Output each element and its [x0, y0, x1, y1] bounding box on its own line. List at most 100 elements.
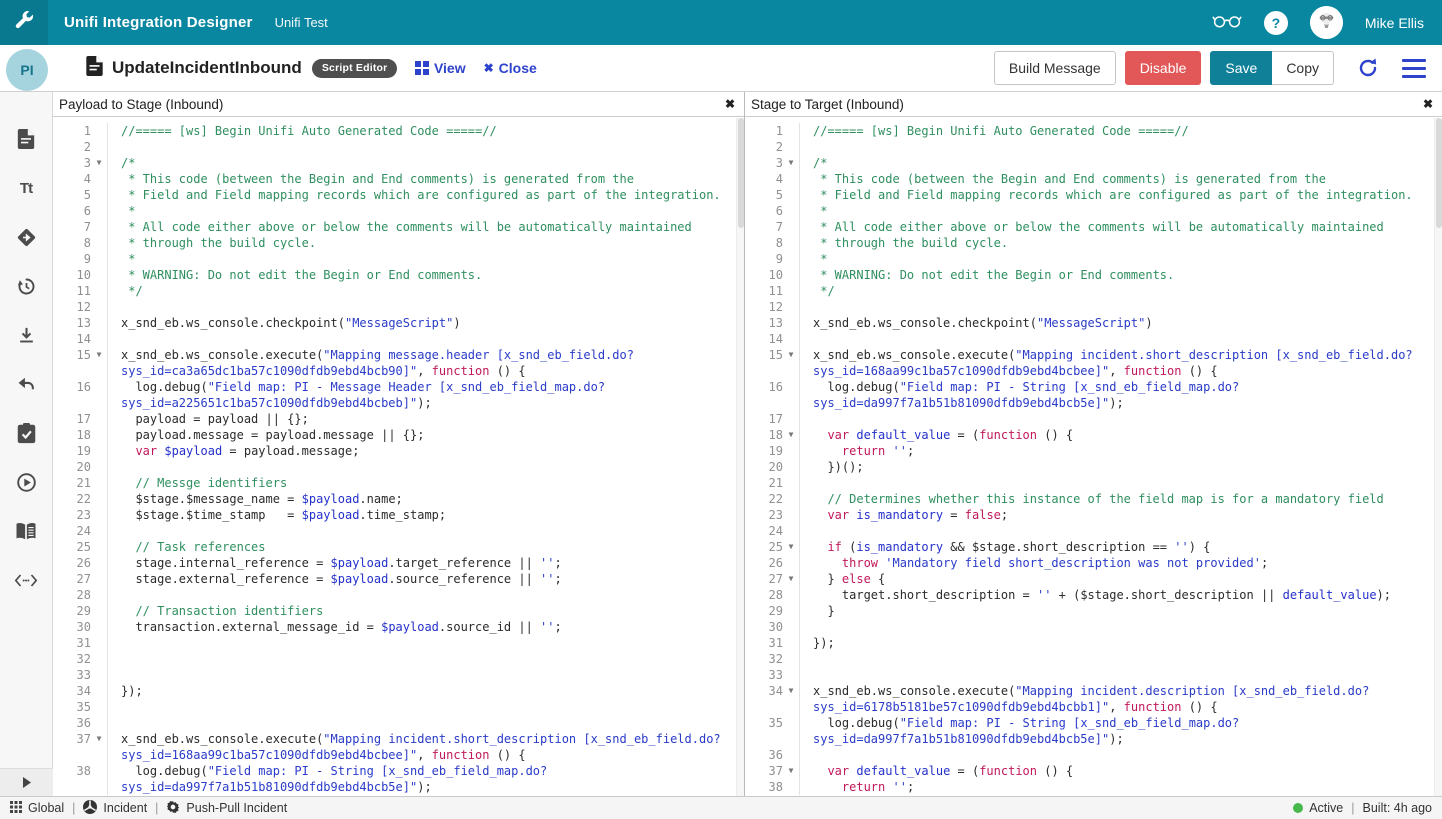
code-line[interactable]: 27 stage.external_reference = $payload.s…: [53, 571, 744, 587]
code-line[interactable]: 1//===== [ws] Begin Unifi Auto Generated…: [745, 123, 1442, 139]
code-text[interactable]: var is_mandatory = false;: [800, 507, 1442, 523]
code-text[interactable]: * Field and Field mapping records which …: [108, 187, 744, 203]
code-line[interactable]: 12: [53, 299, 744, 315]
code-text[interactable]: [108, 331, 744, 347]
code-text[interactable]: *: [108, 203, 744, 219]
code-line[interactable]: 33: [53, 667, 744, 683]
code-line[interactable]: 24: [745, 523, 1442, 539]
code-line[interactable]: 4 * This code (between the Begin and End…: [745, 171, 1442, 187]
code-text[interactable]: }: [800, 603, 1442, 619]
environment-name[interactable]: Unifi Test: [275, 15, 328, 30]
copy-button[interactable]: Copy: [1272, 51, 1334, 85]
code-line[interactable]: 33: [745, 667, 1442, 683]
code-text[interactable]: * All code either above or below the com…: [800, 219, 1442, 235]
code-line[interactable]: 15▼x_snd_eb.ws_console.execute("Mapping …: [53, 347, 744, 379]
code-line[interactable]: 22 // Determines whether this instance o…: [745, 491, 1442, 507]
code-text[interactable]: [108, 139, 744, 155]
code-text[interactable]: /*: [108, 155, 744, 171]
code-line[interactable]: 35 log.debug("Field map: PI - String [x_…: [745, 715, 1442, 747]
code-text[interactable]: stage.external_reference = $payload.sour…: [108, 571, 744, 587]
code-text[interactable]: log.debug("Field map: PI - String [x_snd…: [108, 763, 744, 795]
code-line[interactable]: 25 // Task references: [53, 539, 744, 555]
code-line[interactable]: 5 * Field and Field mapping records whic…: [745, 187, 1442, 203]
code-text[interactable]: x_snd_eb.ws_console.checkpoint("MessageS…: [800, 315, 1442, 331]
code-editor[interactable]: 1//===== [ws] Begin Unifi Auto Generated…: [53, 117, 744, 795]
fold-arrow-icon[interactable]: ▼: [91, 347, 107, 379]
code-text[interactable]: * All code either above or below the com…: [108, 219, 744, 235]
undo-icon[interactable]: [15, 373, 37, 395]
fold-arrow-icon[interactable]: ▼: [783, 347, 799, 379]
code-line[interactable]: 16 log.debug("Field map: PI - String [x_…: [745, 379, 1442, 411]
code-text[interactable]: return '';: [800, 443, 1442, 459]
code-text[interactable]: [108, 667, 744, 683]
code-text[interactable]: */: [108, 283, 744, 299]
code-line[interactable]: 14: [745, 331, 1442, 347]
code-text[interactable]: x_snd_eb.ws_console.execute("Mapping inc…: [108, 731, 744, 763]
run-icon[interactable]: [15, 471, 37, 493]
process-selector[interactable]: Push-Pull Incident: [166, 800, 287, 817]
fold-arrow-icon[interactable]: ▼: [783, 427, 799, 443]
code-text[interactable]: $stage.$message_name = $payload.name;: [108, 491, 744, 507]
code-text[interactable]: */: [800, 283, 1442, 299]
fold-arrow-icon[interactable]: ▼: [783, 539, 799, 555]
code-text[interactable]: [800, 331, 1442, 347]
pane-close-icon[interactable]: ✖: [1423, 97, 1433, 111]
code-text[interactable]: [108, 635, 744, 651]
code-text[interactable]: var default_value = (function () {: [800, 427, 1442, 443]
code-line[interactable]: 36: [53, 715, 744, 731]
text-format-icon[interactable]: Tt: [15, 177, 37, 199]
code-text[interactable]: log.debug("Field map: PI - String [x_snd…: [800, 379, 1442, 411]
code-line[interactable]: 29 // Transaction identifiers: [53, 603, 744, 619]
code-line[interactable]: 38 return '';: [745, 779, 1442, 795]
help-icon[interactable]: ?: [1264, 11, 1288, 35]
mapping-icon[interactable]: [15, 226, 37, 248]
code-line[interactable]: 22 $stage.$message_name = $payload.name;: [53, 491, 744, 507]
code-text[interactable]: return '';: [800, 779, 1442, 795]
pane-scrollbar[interactable]: [736, 118, 744, 796]
code-line[interactable]: 1//===== [ws] Begin Unifi Auto Generated…: [53, 123, 744, 139]
code-text[interactable]: throw 'Mandatory field short_description…: [800, 555, 1442, 571]
build-message-button[interactable]: Build Message: [994, 51, 1116, 85]
code-text[interactable]: payload.message = payload.message || {};: [108, 427, 744, 443]
code-line[interactable]: 9 *: [53, 251, 744, 267]
code-line[interactable]: 24: [53, 523, 744, 539]
code-text[interactable]: [108, 715, 744, 731]
code-text[interactable]: })();: [800, 459, 1442, 475]
code-line[interactable]: 13x_snd_eb.ws_console.checkpoint("Messag…: [53, 315, 744, 331]
disable-button[interactable]: Disable: [1125, 51, 1202, 85]
code-line[interactable]: 14: [53, 331, 744, 347]
code-line[interactable]: 31});: [745, 635, 1442, 651]
code-line[interactable]: 19 var $payload = payload.message;: [53, 443, 744, 459]
code-line[interactable]: 10 * WARNING: Do not edit the Begin or E…: [53, 267, 744, 283]
fold-arrow-icon[interactable]: ▼: [91, 155, 107, 171]
code-text[interactable]: [108, 651, 744, 667]
code-line[interactable]: 25▼ if (is_mandatory && $stage.short_des…: [745, 539, 1442, 555]
code-text[interactable]: [800, 411, 1442, 427]
code-line[interactable]: 27▼ } else {: [745, 571, 1442, 587]
code-text[interactable]: *: [800, 251, 1442, 267]
code-line[interactable]: 34▼x_snd_eb.ws_console.execute("Mapping …: [745, 683, 1442, 715]
app-logo[interactable]: [0, 0, 48, 45]
code-line[interactable]: 9 *: [745, 251, 1442, 267]
code-editor[interactable]: 1//===== [ws] Begin Unifi Auto Generated…: [745, 117, 1442, 795]
code-line[interactable]: 18▼ var default_value = (function () {: [745, 427, 1442, 443]
code-line[interactable]: 26 throw 'Mandatory field short_descript…: [745, 555, 1442, 571]
code-line[interactable]: 6 *: [53, 203, 744, 219]
code-text[interactable]: // Determines whether this instance of t…: [800, 491, 1442, 507]
refresh-button[interactable]: [1356, 56, 1380, 80]
view-menu[interactable]: View: [415, 60, 465, 76]
code-line[interactable]: 13x_snd_eb.ws_console.checkpoint("Messag…: [745, 315, 1442, 331]
code-line[interactable]: 3▼/*: [53, 155, 744, 171]
code-text[interactable]: [800, 299, 1442, 315]
menu-icon[interactable]: [1402, 59, 1426, 78]
code-text[interactable]: [800, 651, 1442, 667]
code-text[interactable]: [800, 747, 1442, 763]
code-line[interactable]: 31: [53, 635, 744, 651]
code-line[interactable]: 23 var is_mandatory = false;: [745, 507, 1442, 523]
code-line[interactable]: 34});: [53, 683, 744, 699]
close-record-button[interactable]: ✖ Close: [484, 60, 537, 76]
code-text[interactable]: [108, 699, 744, 715]
code-line[interactable]: 2: [53, 139, 744, 155]
code-line[interactable]: 5 * Field and Field mapping records whic…: [53, 187, 744, 203]
code-text[interactable]: * Field and Field mapping records which …: [800, 187, 1442, 203]
